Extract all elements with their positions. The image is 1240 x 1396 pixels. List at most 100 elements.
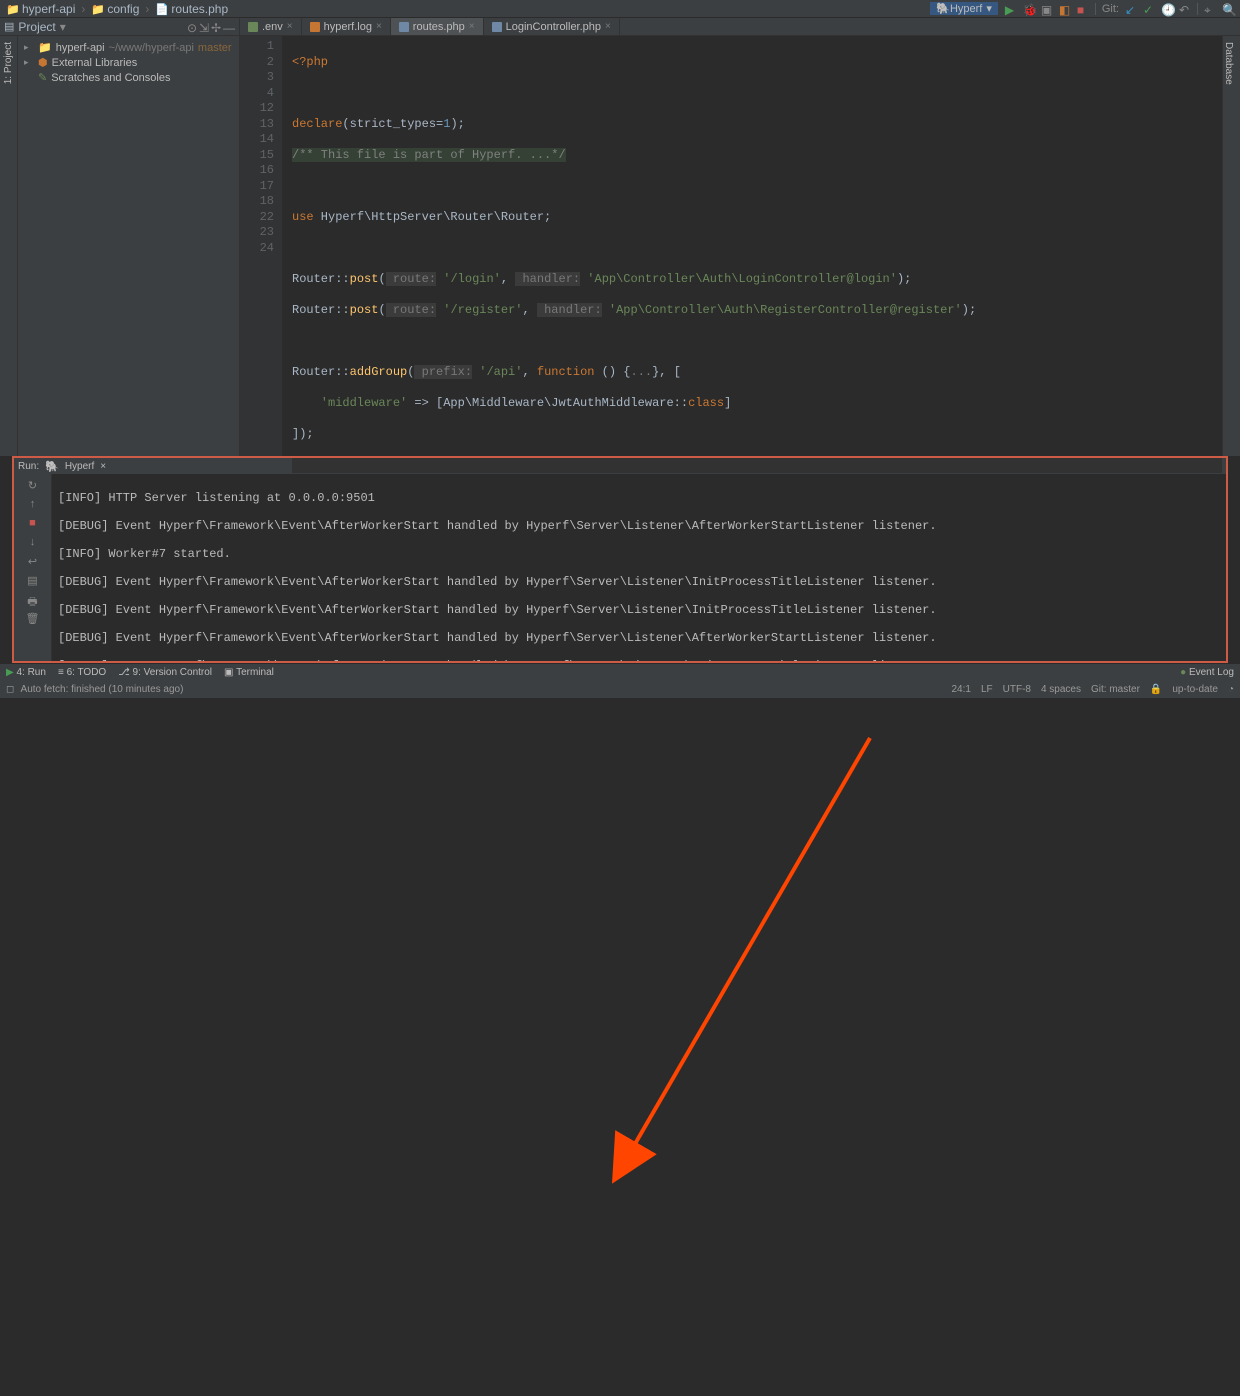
breadcrumb-file[interactable]: routes.php <box>171 2 228 16</box>
rerun-icon[interactable]: ↻ <box>26 479 40 493</box>
todo-toolwindow-button[interactable]: ≡ 6: TODO <box>58 667 106 678</box>
chevron-right-icon[interactable]: ▸ <box>24 42 34 53</box>
code-token: /** This file is part of Hyperf. ...*/ <box>292 148 566 162</box>
vcs-status[interactable]: up-to-date <box>1172 684 1218 695</box>
bottom-tool-bar: ▶ 4: Run ≡ 6: TODO ⎇ 9: Version Control … <box>0 663 1240 680</box>
tree-scratches[interactable]: ✎ Scratches and Consoles <box>18 70 239 85</box>
gutter[interactable]: 1 2 3 4 12 13 14 15 16 17 18 22 23 24 <box>240 36 282 456</box>
tab-login-controller[interactable]: LoginController.php × <box>484 18 620 35</box>
close-icon[interactable]: × <box>100 461 106 472</box>
chevron-down-icon: ▾ <box>986 2 992 15</box>
run-toolwindow-button[interactable]: ▶ 4: Run <box>6 667 46 678</box>
event-log-button[interactable]: ● Event Log <box>1180 667 1234 678</box>
code-token: post <box>350 303 379 317</box>
terminal-toolwindow-button[interactable]: ▣ Terminal <box>224 667 274 678</box>
print-icon[interactable]: 🖶 <box>26 593 40 607</box>
tree-external-libraries[interactable]: ▸ ⬢ External Libraries <box>18 55 239 70</box>
tree-root[interactable]: ▸ 📁 hyperf-api ~/www/hyperf-api master <box>18 40 239 55</box>
vcs-toolwindow-button[interactable]: ⎇ 9: Version Control <box>118 667 212 678</box>
separator <box>1095 3 1096 15</box>
tab-routes-php[interactable]: routes.php × <box>391 18 484 35</box>
coverage-icon[interactable]: ▣ <box>1041 3 1053 15</box>
line-number: 12 <box>240 101 274 117</box>
wrap-icon[interactable]: ↩ <box>26 555 40 569</box>
git-label: Git: <box>1102 3 1119 15</box>
code-token: Router <box>292 272 335 286</box>
git-update-icon[interactable]: ↙ <box>1125 3 1137 15</box>
cursor-position[interactable]: 24:1 <box>951 684 970 695</box>
project-icon: ▤ <box>4 20 14 33</box>
memory-icon[interactable]: ◔ <box>1228 684 1234 695</box>
console-line: [DEBUG] Event Hyperf\Framework\Event\Aft… <box>58 603 1220 617</box>
trash-icon[interactable]: 🗑 <box>26 612 40 626</box>
code-token: :: <box>335 272 349 286</box>
close-icon[interactable]: × <box>376 21 382 32</box>
sidebar-tab-project[interactable]: 1: Project <box>3 36 14 90</box>
code-token: , <box>522 365 536 379</box>
run-tab-name[interactable]: Hyperf <box>65 461 94 472</box>
debug-icon[interactable]: 🐞 <box>1023 3 1035 15</box>
close-icon[interactable]: × <box>469 21 475 32</box>
gear-icon[interactable]: ✢ <box>211 21 223 33</box>
breadcrumb-project[interactable]: hyperf-api <box>22 2 75 16</box>
line-number: 23 <box>240 225 274 241</box>
git-branch[interactable]: Git: master <box>1091 684 1140 695</box>
php-icon: 🐘 <box>936 2 950 15</box>
structure-icon[interactable]: ⌖ <box>1204 3 1216 15</box>
sidebar-tab-database[interactable]: Database <box>1223 36 1234 91</box>
console-line: [DEBUG] Event Hyperf\Framework\Event\Aft… <box>58 575 1220 589</box>
git-revert-icon[interactable]: ↶ <box>1179 3 1191 15</box>
code-token: '/login' <box>436 272 501 286</box>
code-token: '/register' <box>436 303 522 317</box>
code-token: class <box>688 396 724 410</box>
stop-icon[interactable]: ■ <box>26 517 40 531</box>
code-token: (strict_types= <box>342 117 443 131</box>
code-token: Router <box>292 303 335 317</box>
tree-root-label: hyperf-api <box>56 42 105 54</box>
code-token: use <box>292 210 314 224</box>
line-separator[interactable]: LF <box>981 684 993 695</box>
expand-icon[interactable]: ⇲ <box>199 21 211 33</box>
close-icon[interactable]: × <box>287 21 293 32</box>
encoding[interactable]: UTF-8 <box>1003 684 1031 695</box>
status-bar: ◻ Auto fetch: finished (10 minutes ago) … <box>0 680 1240 698</box>
line-number: 1 <box>240 39 274 55</box>
tab-label: LoginController.php <box>506 21 601 33</box>
run-icon[interactable]: ▶ <box>1005 3 1017 15</box>
layout-icon[interactable]: ▤ <box>26 574 40 588</box>
right-tool-strip: Database <box>1222 36 1240 456</box>
code-fold[interactable]: ... <box>631 365 653 379</box>
code-hint: route: <box>386 303 436 317</box>
code-token: :: <box>335 303 349 317</box>
folder-icon: 📁 <box>6 3 18 15</box>
code-area[interactable]: <?php declare(strict_types=1); /** This … <box>282 36 1222 456</box>
indent[interactable]: 4 spaces <box>1041 684 1081 695</box>
tab-env[interactable]: .env × <box>240 18 302 35</box>
project-pane-header[interactable]: ▤ Project ▾ ⊙ ⇲ ✢ — <box>0 18 240 35</box>
code-hint: route: <box>386 272 436 286</box>
tab-hyperf-log[interactable]: hyperf.log × <box>302 18 391 35</box>
php-file-icon <box>399 22 409 32</box>
run-config-dropdown[interactable]: 🐘 Hyperf ▾ <box>929 1 999 16</box>
down-icon[interactable]: ↓ <box>26 536 40 550</box>
breadcrumb[interactable]: 📁 hyperf-api › 📁 config › 📄 routes.php <box>6 2 228 16</box>
line-number: 17 <box>240 179 274 195</box>
project-tree[interactable]: ▸ 📁 hyperf-api ~/www/hyperf-api master ▸… <box>18 36 240 456</box>
chevron-down-icon[interactable]: ▾ <box>60 20 66 34</box>
profile-icon[interactable]: ◧ <box>1059 3 1071 15</box>
code-editor[interactable]: 1 2 3 4 12 13 14 15 16 17 18 22 23 24 <?… <box>240 36 1222 456</box>
git-history-icon[interactable]: 🕘 <box>1161 3 1173 15</box>
select-opened-icon[interactable]: ⊙ <box>187 21 199 33</box>
php-icon: 🐘 <box>45 460 59 473</box>
code-token: ); <box>897 272 911 286</box>
breadcrumb-folder[interactable]: config <box>107 2 139 16</box>
hide-icon[interactable]: — <box>223 21 235 33</box>
stop-icon[interactable]: ■ <box>1077 3 1089 15</box>
toolwindows-icon[interactable]: ◻ <box>6 684 14 695</box>
close-icon[interactable]: × <box>605 21 611 32</box>
up-icon[interactable]: ↑ <box>26 498 40 512</box>
run-pane-label: Run: <box>18 461 39 472</box>
search-icon[interactable]: 🔍 <box>1222 3 1234 15</box>
chevron-right-icon[interactable]: ▸ <box>24 57 34 68</box>
git-commit-icon[interactable]: ✓ <box>1143 3 1155 15</box>
